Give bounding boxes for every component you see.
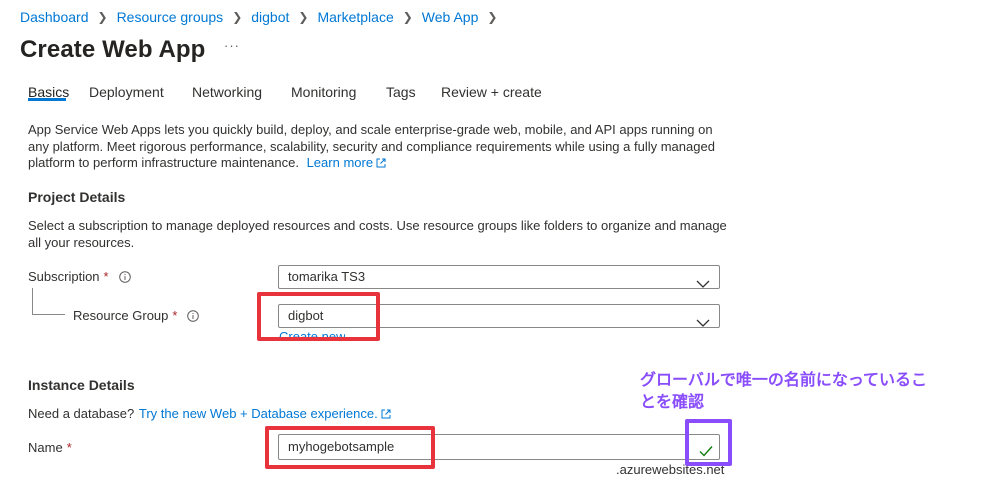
subscription-label-text: Subscription xyxy=(28,269,100,284)
tree-connector-vertical xyxy=(32,288,33,314)
required-marker: * xyxy=(66,440,72,455)
web-database-link[interactable]: Try the new Web + Database experience. xyxy=(139,406,391,421)
project-details-description: Select a subscription to manage deployed… xyxy=(28,218,727,250)
active-tab-indicator xyxy=(28,98,66,101)
tab-bar: Basics Deployment Networking Monitoring … xyxy=(0,76,989,102)
chevron-right-icon: ❯ xyxy=(232,10,243,24)
chevron-down-icon xyxy=(696,312,710,334)
chevron-right-icon: ❯ xyxy=(298,10,309,24)
web-database-link-label: Try the new Web + Database experience. xyxy=(138,406,378,421)
external-link-icon xyxy=(376,156,386,173)
database-prompt-text: Need a database? xyxy=(28,406,135,421)
tree-connector-horizontal xyxy=(32,314,65,315)
required-marker: * xyxy=(172,308,178,323)
annotation-note: グローバルで唯一の名前になっていることを確認 xyxy=(640,370,928,411)
tab-tags[interactable]: Tags xyxy=(386,84,416,100)
breadcrumb: Dashboard ❯ Resource groups ❯ digbot ❯ M… xyxy=(20,9,506,25)
intro-description: App Service Web Apps lets you quickly bu… xyxy=(28,122,728,173)
tab-review-create[interactable]: Review + create xyxy=(441,84,542,100)
name-label: Name * xyxy=(28,440,72,455)
resource-group-highlight-box xyxy=(257,292,380,341)
breadcrumb-digbot[interactable]: digbot xyxy=(251,9,289,25)
tab-networking[interactable]: Networking xyxy=(192,84,262,100)
check-highlight-box xyxy=(685,419,732,466)
info-icon[interactable] xyxy=(187,309,200,322)
learn-more-label: Learn more xyxy=(306,155,374,170)
subscription-label: Subscription * xyxy=(28,269,131,284)
tab-deployment[interactable]: Deployment xyxy=(89,84,164,100)
instance-details-heading: Instance Details xyxy=(28,377,135,393)
subscription-dropdown[interactable]: tomarika TS3 xyxy=(278,265,720,289)
more-options-button[interactable]: ··· xyxy=(224,38,240,53)
breadcrumb-marketplace[interactable]: Marketplace xyxy=(317,9,393,25)
resource-group-label-text: Resource Group xyxy=(73,308,169,323)
breadcrumb-web-app[interactable]: Web App xyxy=(422,9,479,25)
breadcrumb-resource-groups[interactable]: Resource groups xyxy=(117,9,224,25)
subscription-selected-value: tomarika TS3 xyxy=(288,269,366,284)
chevron-right-icon: ❯ xyxy=(402,10,413,24)
tab-monitoring[interactable]: Monitoring xyxy=(291,84,356,100)
chevron-right-icon: ❯ xyxy=(97,10,108,24)
name-label-text: Name xyxy=(28,440,63,455)
info-icon[interactable] xyxy=(118,270,131,283)
name-highlight-box xyxy=(265,426,435,469)
resource-group-label: Resource Group * xyxy=(73,308,200,323)
breadcrumb-dashboard[interactable]: Dashboard xyxy=(20,9,89,25)
learn-more-link[interactable]: Learn more xyxy=(307,155,386,170)
chevron-down-icon xyxy=(696,273,710,295)
page-title: Create Web App xyxy=(20,36,206,63)
project-details-heading: Project Details xyxy=(28,189,126,205)
chevron-right-icon: ❯ xyxy=(487,10,498,24)
required-marker: * xyxy=(103,269,109,284)
external-link-icon xyxy=(381,406,391,423)
database-prompt: Need a database? Try the new Web + Datab… xyxy=(28,405,728,423)
